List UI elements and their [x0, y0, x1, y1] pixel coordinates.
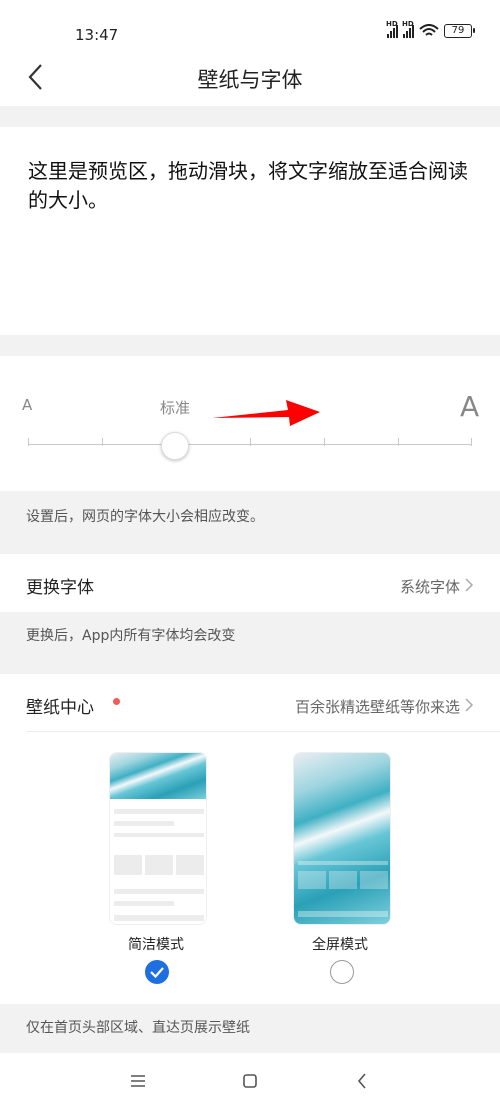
wallpaper-note: 仅在首页头部区域、直达页展示壁纸	[26, 1020, 250, 1036]
font-size-large-label: A	[460, 390, 480, 423]
annotation-arrow-icon	[212, 400, 320, 426]
change-font-row[interactable]: 更换字体 系统字体	[0, 554, 500, 612]
signal-hd-label-2: HD	[402, 20, 414, 28]
signal-icon: HD	[386, 20, 398, 38]
wifi-icon	[419, 24, 439, 36]
change-font-note: 更换后，App内所有字体均会改变	[26, 628, 236, 644]
wallpaper-section: 壁纸中心 百余张精选壁纸等你来选 简洁模式 全屏模式	[0, 674, 500, 1004]
slider-tick	[324, 438, 325, 446]
wallpaper-center-value[interactable]: 百余张精选壁纸等你来选	[295, 696, 460, 717]
status-bar: 13:47 HD HD 79	[0, 0, 500, 50]
simple-mode-radio[interactable]	[145, 960, 169, 984]
slider-tick	[398, 438, 399, 446]
new-badge-dot	[113, 698, 120, 705]
status-icons: HD HD 79	[386, 20, 475, 38]
check-icon	[150, 967, 164, 979]
battery-icon: 79	[444, 24, 475, 38]
font-size-small-label: A	[22, 396, 33, 414]
simple-mode-content	[110, 799, 206, 924]
font-size-current-label: 标准	[160, 399, 191, 417]
divider	[26, 731, 500, 732]
back-nav-icon[interactable]	[357, 1073, 367, 1089]
signal-hd-label: HD	[386, 20, 398, 28]
wallpaper-thumbnail	[110, 753, 206, 799]
chevron-right-icon	[465, 578, 474, 592]
slider-tick	[250, 438, 251, 446]
fullscreen-mode-preview[interactable]	[293, 752, 391, 925]
page-title: 壁纸与字体	[197, 68, 303, 92]
preview-area: 这里是预览区，拖动滑块，将文字缩放至适合阅读的大小。	[0, 127, 500, 335]
preview-text: 这里是预览区，拖动滑块，将文字缩放至适合阅读的大小。	[28, 159, 468, 212]
chevron-right-icon	[465, 698, 474, 712]
title-bar: 壁纸与字体	[0, 50, 500, 106]
slider-tick	[102, 438, 103, 446]
menu-icon[interactable]	[130, 1075, 146, 1087]
signal-icon-2: HD	[402, 20, 414, 38]
font-size-slider-panel: A 标准 A	[0, 356, 500, 491]
fullscreen-mode-label: 全屏模式	[312, 937, 368, 953]
fullscreen-mode-radio[interactable]	[330, 960, 354, 984]
home-icon[interactable]	[243, 1074, 257, 1088]
system-nav-bar	[0, 1053, 500, 1111]
simple-mode-preview[interactable]	[109, 752, 207, 925]
change-font-label: 更换字体	[26, 578, 94, 598]
font-size-note: 设置后，网页的字体大小会相应改变。	[26, 509, 264, 525]
slider-tick	[28, 438, 29, 446]
simple-mode-label: 简洁模式	[128, 937, 184, 953]
change-font-value: 系统字体	[399, 578, 460, 596]
font-size-slider-thumb[interactable]	[161, 432, 189, 460]
status-time: 13:47	[75, 26, 119, 44]
slider-tick	[471, 438, 472, 446]
wallpaper-center-label[interactable]: 壁纸中心	[26, 693, 94, 718]
